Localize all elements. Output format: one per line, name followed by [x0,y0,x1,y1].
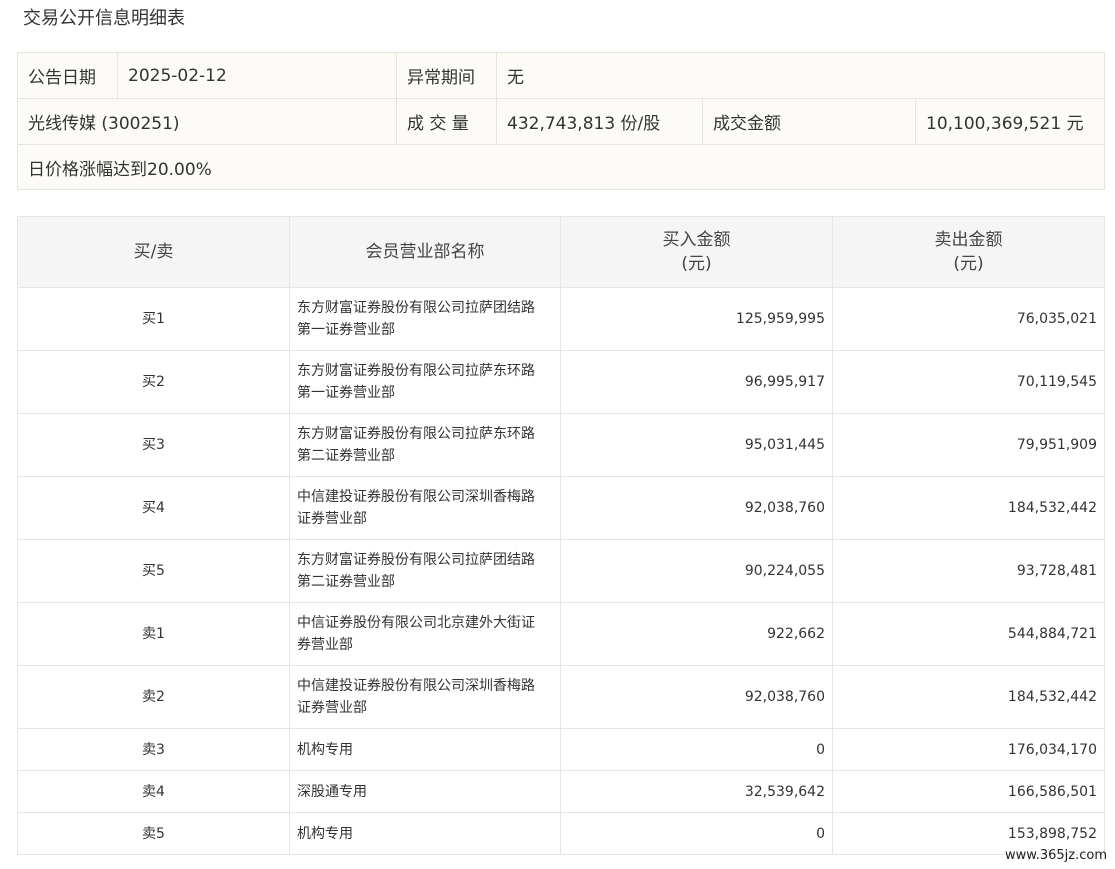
header-member: 会员营业部名称 [289,216,561,288]
row-member: 中信建投证券股份有限公司深圳香梅路 证券营业部 [289,665,561,729]
row-member-line2: 第一证券营业部 [297,322,395,338]
summary-table: 公告日期 2025-02-12 异常期间 无 光线传媒 (300251) 成 交… [16,52,1106,190]
row-member-line2: 证券营业部 [297,511,367,527]
page-title: 交易公开信息明细表 [23,8,185,29]
row-side: 买1 [17,287,290,351]
row-member: 中信证券股份有限公司北京建外大街证 券营业部 [289,602,561,666]
row-member-line2: 第二证券营业部 [297,448,395,464]
header-buy-amount-unit: (元) [681,254,712,274]
reason-text: 日价格涨幅达到20.00% [16,144,1106,190]
row-member-line2: 第一证券营业部 [297,385,395,401]
row-sell-amount: 93,728,481 [832,539,1105,603]
row-member: 东方财富证券股份有限公司拉萨东环路 第二证券营业部 [289,413,561,477]
row-sell-amount: 184,532,442 [832,476,1105,540]
table-row: 卖3 机构专用 0 176,034,170 [17,728,1105,771]
amount-value: 10,100,369,521 元 [914,98,1106,145]
header-sell-amount-line1: 卖出金额 [934,230,1003,250]
row-member: 机构专用 [289,812,561,855]
row-buy-amount: 96,995,917 [560,350,833,414]
row-member-line1: 中信建投证券股份有限公司深圳香梅路 [297,489,535,505]
row-buy-amount: 0 [560,812,833,855]
abnormal-period-label: 异常期间 [396,52,497,99]
table-row: 买1 东方财富证券股份有限公司拉萨团结路 第一证券营业部 125,959,995 … [17,287,1105,351]
header-sell-amount: 卖出金额 (元) [832,216,1105,288]
row-member-line1: 中信证券股份有限公司北京建外大街证 [297,615,535,631]
table-row: 买4 中信建投证券股份有限公司深圳香梅路 证券营业部 92,038,760 184… [17,476,1105,540]
row-buy-amount: 90,224,055 [560,539,833,603]
header-sell-amount-unit: (元) [953,254,984,274]
row-member-line1: 东方财富证券股份有限公司拉萨东环路 [297,426,535,442]
row-member-line1: 东方财富证券股份有限公司拉萨东环路 [297,363,535,379]
row-member-line1: 中信建投证券股份有限公司深圳香梅路 [297,678,535,694]
row-side: 买3 [17,413,290,477]
abnormal-period-value: 无 [495,52,1106,99]
row-buy-amount: 125,959,995 [560,287,833,351]
row-member: 东方财富证券股份有限公司拉萨东环路 第一证券营业部 [289,350,561,414]
row-buy-amount: 95,031,445 [560,413,833,477]
row-side: 卖4 [17,770,290,813]
row-sell-amount: 176,034,170 [832,728,1105,771]
row-member: 机构专用 [289,728,561,771]
trade-details-table: 买/卖 会员营业部名称 买入金额 (元) 卖出金额 (元) 买1 东方财富证券股… [17,216,1105,855]
table-row: 买5 东方财富证券股份有限公司拉萨团结路 第二证券营业部 90,224,055 9… [17,539,1105,603]
header-buy-amount-line1: 买入金额 [662,230,731,250]
amount-label: 成交金额 [702,98,916,145]
row-side: 卖3 [17,728,290,771]
row-member: 东方财富证券股份有限公司拉萨团结路 第二证券营业部 [289,539,561,603]
row-member: 东方财富证券股份有限公司拉萨团结路 第一证券营业部 [289,287,561,351]
row-member: 深股通专用 [289,770,561,813]
row-side: 卖5 [17,812,290,855]
announce-date-value: 2025-02-12 [117,52,397,99]
row-member-line1: 东方财富证券股份有限公司拉萨团结路 [297,552,535,568]
table-row: 卖5 机构专用 0 153,898,752 [17,812,1105,855]
row-member-line1: 东方财富证券股份有限公司拉萨团结路 [297,300,535,316]
announce-date-label: 公告日期 [17,52,118,99]
row-member-line2: 券营业部 [297,637,353,653]
table-row: 买2 东方财富证券股份有限公司拉萨东环路 第一证券营业部 96,995,917 7… [17,350,1105,414]
row-buy-amount: 92,038,760 [560,476,833,540]
row-side: 买5 [17,539,290,603]
row-sell-amount: 70,119,545 [832,350,1105,414]
watermark: www.365jz.com [1005,848,1107,863]
row-buy-amount: 0 [560,728,833,771]
row-sell-amount: 544,884,721 [832,602,1105,666]
row-sell-amount: 166,586,501 [832,770,1105,813]
stock-name: 光线传媒 (300251) [17,98,397,145]
volume-label: 成 交 量 [396,98,497,145]
row-sell-amount: 184,532,442 [832,665,1105,729]
volume-value: 432,743,813 份/股 [496,98,703,145]
row-sell-amount: 76,035,021 [832,287,1105,351]
header-side: 买/卖 [17,216,290,288]
row-side: 卖1 [17,602,290,666]
row-buy-amount: 32,539,642 [560,770,833,813]
row-buy-amount: 92,038,760 [560,665,833,729]
row-member-line2: 第二证券营业部 [297,574,395,590]
table-row: 卖4 深股通专用 32,539,642 166,586,501 [17,770,1105,813]
header-buy-amount: 买入金额 (元) [560,216,833,288]
row-member-line2: 证券营业部 [297,700,367,716]
row-sell-amount: 79,951,909 [832,413,1105,477]
row-side: 买2 [17,350,290,414]
table-row: 买3 东方财富证券股份有限公司拉萨东环路 第二证券营业部 95,031,445 7… [17,413,1105,477]
table-row: 卖2 中信建投证券股份有限公司深圳香梅路 证券营业部 92,038,760 184… [17,665,1105,729]
row-buy-amount: 922,662 [560,602,833,666]
row-side: 卖2 [17,665,290,729]
table-row: 卖1 中信证券股份有限公司北京建外大街证 券营业部 922,662 544,884… [17,602,1105,666]
row-side: 买4 [17,476,290,540]
row-member: 中信建投证券股份有限公司深圳香梅路 证券营业部 [289,476,561,540]
